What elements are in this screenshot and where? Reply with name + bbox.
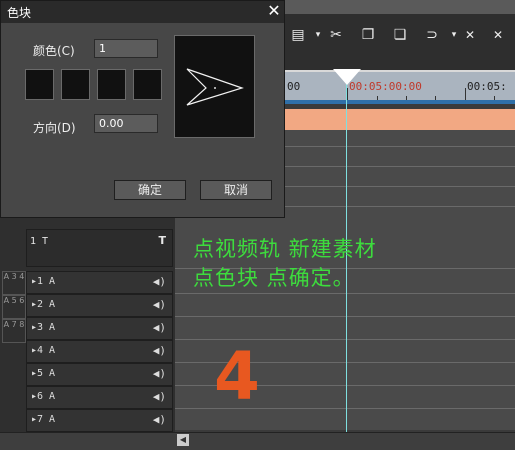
audio-track-header[interactable]: ▸6 A ◀)	[26, 386, 173, 409]
save-icon[interactable]: ▤	[287, 24, 309, 46]
speaker-icon[interactable]: ◀)	[153, 275, 166, 288]
playhead-marker[interactable]	[333, 69, 361, 85]
close-button[interactable]: ✕	[265, 2, 283, 20]
audio-track-label: ▸7 A	[31, 414, 56, 425]
audio-track-header[interactable]: ▸4 A ◀)	[26, 340, 173, 363]
toolbar-strip	[285, 0, 515, 14]
paste-icon[interactable]: ❏	[389, 24, 411, 46]
direction-preview[interactable]	[174, 35, 255, 138]
direction-arrow-icon	[186, 68, 244, 106]
cancel-button[interactable]: 取消	[200, 180, 272, 200]
direction-input[interactable]: 0.00	[94, 114, 158, 133]
audio-track-header[interactable]: ▸1 A ◀)	[26, 271, 173, 294]
step-number: 4	[214, 338, 260, 415]
time-ruler[interactable]: 00 00:05:00:00 00:05:	[285, 70, 515, 102]
timeline-range-bar	[285, 100, 515, 104]
audio-track-label: ▸6 A	[31, 391, 56, 402]
cut-icon[interactable]: ✂	[325, 24, 347, 46]
audio-track-label: ▸1 A	[31, 276, 56, 287]
track-divider	[175, 316, 515, 317]
audio-channel-tag[interactable]: A 5 6	[2, 295, 26, 319]
audio-track-header[interactable]: ▸7 A ◀)	[26, 409, 173, 432]
clip-bar[interactable]	[285, 109, 515, 130]
horizontal-scrollbar[interactable]	[0, 432, 515, 450]
audio-track-header[interactable]: ▸5 A ◀)	[26, 363, 173, 386]
audio-channel-tag[interactable]: A 7 8	[2, 319, 26, 343]
speaker-icon[interactable]: ◀)	[153, 321, 166, 334]
speaker-icon[interactable]: ◀)	[153, 367, 166, 380]
title-icon: T	[158, 234, 166, 247]
color-swatch-3[interactable]	[97, 69, 126, 100]
audio-track-header[interactable]: ▸2 A ◀)	[26, 294, 173, 317]
instruction-line-2: 点色块 点确定。	[193, 266, 355, 290]
color-label: 颜色(C)	[33, 44, 75, 58]
color-count-input[interactable]: 1	[94, 39, 158, 58]
link-icon[interactable]: ⊃	[421, 24, 443, 46]
color-swatch-4[interactable]	[133, 69, 162, 100]
trim-icon[interactable]: ✕	[487, 24, 509, 46]
color-swatch-2[interactable]	[61, 69, 90, 100]
dialog-title: 色块	[7, 6, 32, 20]
audio-track-label: ▸4 A	[31, 345, 56, 356]
scroll-left-arrow-icon[interactable]: ◀	[177, 434, 189, 446]
title-track-label: 1 T	[30, 236, 49, 247]
timecode-right: 00:05:	[467, 80, 507, 93]
dialog-titlebar[interactable]	[1, 1, 284, 23]
audio-track-header[interactable]: ▸3 A ◀)	[26, 317, 173, 340]
color-swatch-1[interactable]	[25, 69, 54, 100]
speaker-icon[interactable]: ◀)	[153, 390, 166, 403]
ok-button[interactable]: 确定	[114, 180, 186, 200]
audio-track-label: ▸5 A	[31, 368, 56, 379]
audio-track-label: ▸3 A	[31, 322, 56, 333]
audio-channel-tag[interactable]: A 3 4	[2, 271, 26, 295]
speaker-icon[interactable]: ◀)	[153, 413, 166, 426]
speaker-icon[interactable]: ◀)	[153, 298, 166, 311]
title-track-header[interactable]: 1 T T	[26, 229, 173, 267]
track-divider	[175, 293, 515, 294]
timecode-left: 00	[287, 80, 301, 93]
trim-icon[interactable]: ✕	[459, 24, 481, 46]
direction-label: 方向(D)	[33, 121, 76, 135]
audio-track-label: ▸2 A	[31, 299, 56, 310]
color-block-dialog: 色块 ✕ 颜色(C) 1 方向(D) 0.00 确定 取消	[0, 0, 285, 218]
speaker-icon[interactable]: ◀)	[153, 344, 166, 357]
copy-icon[interactable]: ❐	[357, 24, 379, 46]
instruction-line-1: 点视频轨 新建素材	[193, 237, 377, 261]
